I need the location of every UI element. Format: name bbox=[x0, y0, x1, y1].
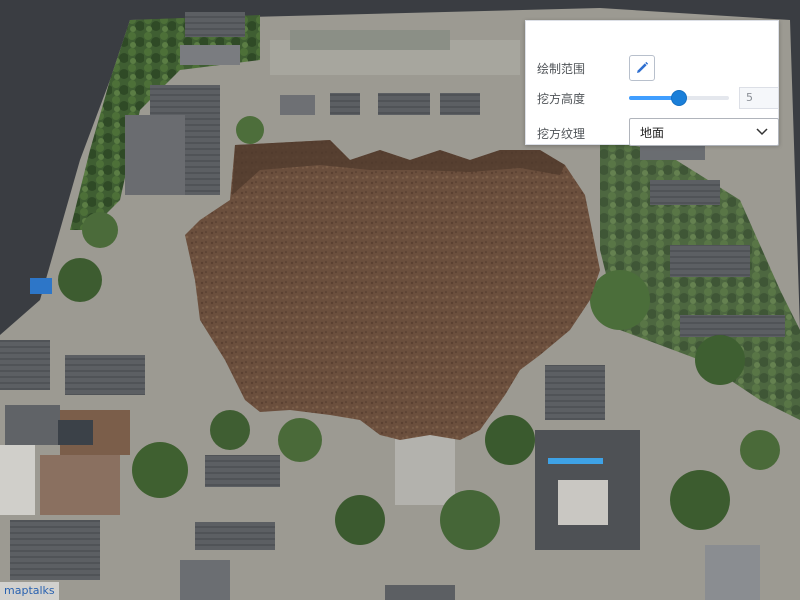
excavation-texture-label: 挖方纹理 bbox=[537, 126, 586, 141]
excavation-height-row: 挖方高度 5 bbox=[537, 84, 779, 112]
draw-range-button[interactable] bbox=[629, 55, 655, 81]
excavation-control-panel: 绘制范围 挖方高度 5 挖方纹理 地面 bbox=[525, 20, 779, 147]
map-view[interactable]: 绘制范围 挖方高度 5 挖方纹理 地面 maptalks bbox=[0, 0, 800, 600]
texture-selected-value: 地面 bbox=[640, 125, 665, 140]
excavation-height-slider[interactable] bbox=[629, 84, 729, 112]
draw-range-row: 绘制范围 bbox=[537, 54, 655, 82]
excavation-texture-row: 挖方纹理 地面 bbox=[537, 118, 779, 147]
chevron-down-icon bbox=[756, 128, 768, 136]
excavation-height-label: 挖方高度 bbox=[537, 91, 586, 106]
excavation-texture-select[interactable]: 地面 bbox=[629, 118, 779, 146]
excavation-height-input[interactable]: 5 bbox=[739, 87, 779, 109]
slider-thumb[interactable] bbox=[672, 91, 686, 105]
building-row-north bbox=[280, 93, 480, 115]
pencil-icon bbox=[637, 61, 649, 73]
draw-range-label: 绘制范围 bbox=[537, 61, 586, 76]
map-attribution[interactable]: maptalks bbox=[0, 582, 59, 600]
